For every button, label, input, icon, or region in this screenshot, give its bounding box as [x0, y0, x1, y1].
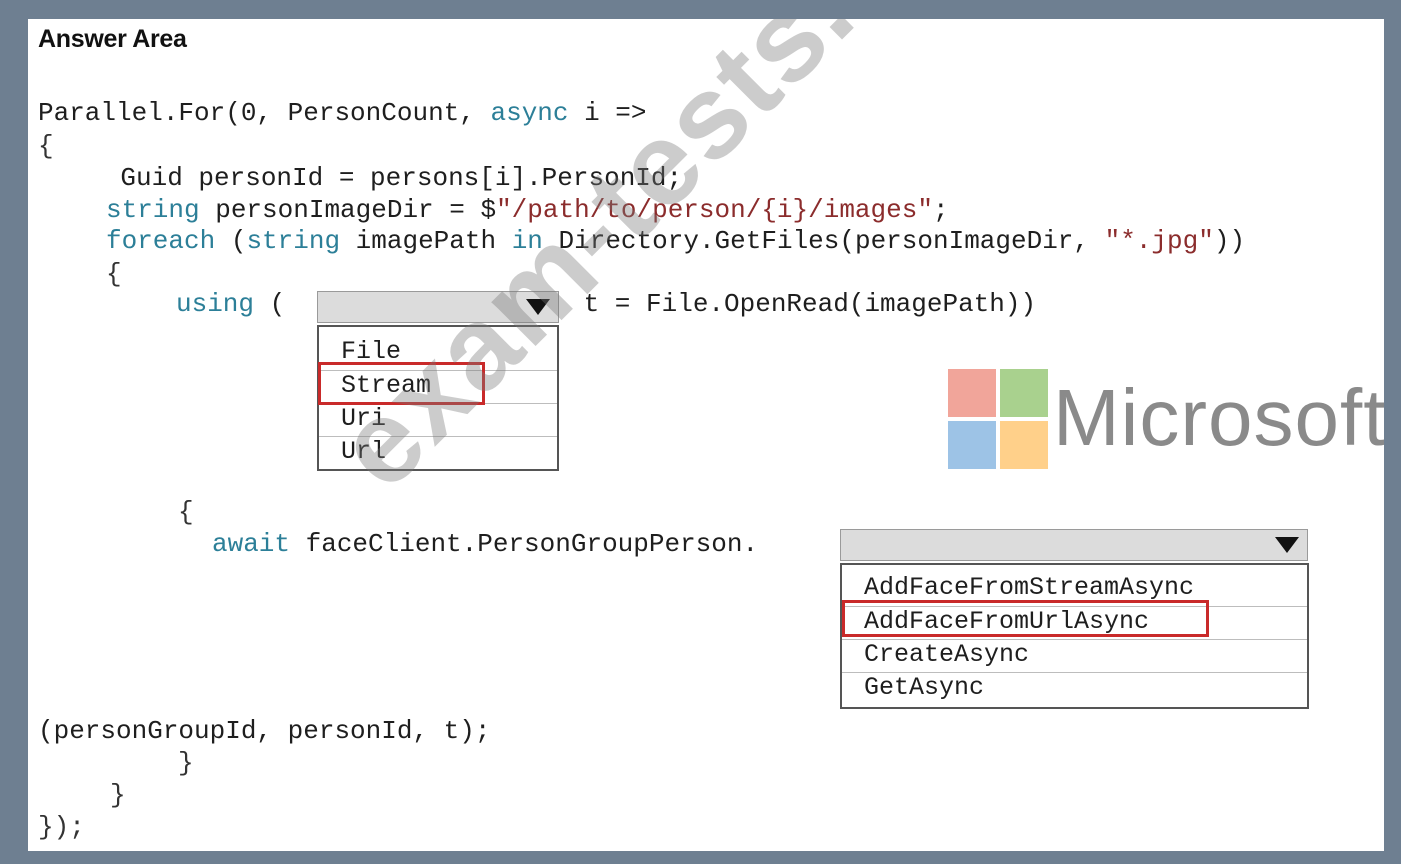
- code-line-12: }: [110, 780, 126, 810]
- code-line-9: await faceClient.PersonGroupPerson.: [212, 529, 758, 559]
- code-keyword: foreach: [106, 226, 216, 256]
- answer-area-heading: Answer Area: [38, 25, 187, 53]
- code-line-11: }: [178, 748, 194, 778]
- code-keyword: string: [246, 226, 341, 256]
- option-get-async[interactable]: GetAsync: [842, 672, 1307, 704]
- code-line-2: {: [38, 131, 54, 161]
- code-text: faceClient.PersonGroupPerson.: [290, 529, 759, 559]
- logo-square-blue: [948, 421, 996, 469]
- code-keyword: await: [212, 529, 291, 559]
- code-keyword: string: [106, 195, 200, 225]
- code-text: (: [215, 226, 247, 256]
- option-create-async[interactable]: CreateAsync: [842, 639, 1307, 671]
- logo-square-red: [948, 369, 996, 417]
- logo-square-green: [1000, 369, 1048, 417]
- code-line-6: {: [106, 259, 122, 289]
- code-line-7-left: using (: [176, 289, 285, 319]
- code-text: Parallel.For(0, PersonCount,: [38, 98, 491, 128]
- code-text: (: [254, 289, 286, 319]
- code-keyword: using: [176, 289, 255, 319]
- logo-square-yellow: [1000, 421, 1048, 469]
- watermark-text: exam-tests.com: [311, 19, 1056, 514]
- code-line-10: (personGroupId, personId, t);: [38, 716, 491, 746]
- code-line-1: Parallel.For(0, PersonCount, async i =>: [38, 98, 647, 128]
- code-line-8: {: [178, 497, 194, 527]
- answer-highlight-box: [842, 600, 1209, 637]
- code-text: ;: [932, 195, 949, 225]
- code-string: "*.jpg": [1104, 226, 1214, 256]
- answer-area-panel: Answer Area Parallel.For(0, PersonCount,…: [28, 19, 1384, 851]
- code-text: personImageDir = $: [199, 195, 497, 225]
- code-line-13: });: [38, 812, 85, 842]
- microsoft-logo-text: Microsoft: [1053, 373, 1384, 462]
- chevron-down-icon[interactable]: [1267, 530, 1307, 560]
- code-keyword: async: [490, 98, 569, 128]
- method-dropdown[interactable]: [840, 529, 1308, 561]
- code-line-7-right: t = File.OpenRead(imagePath)): [568, 289, 1037, 319]
- microsoft-logo-icon: [948, 369, 1048, 469]
- code-text: )): [1213, 226, 1246, 256]
